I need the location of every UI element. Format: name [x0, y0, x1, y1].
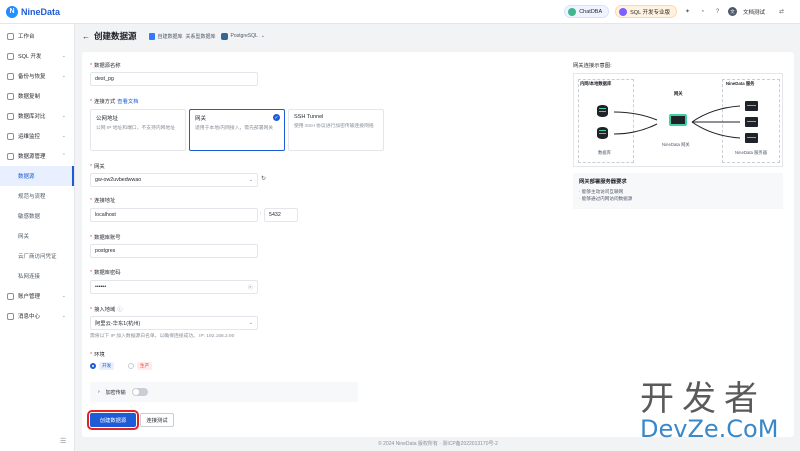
radio-checked-icon	[90, 363, 96, 369]
requirements-panel: 网关部署服务器要求 · 能够主动访问互联网 · 能够通过内网访问数据源	[573, 173, 783, 209]
database-icon	[148, 32, 155, 40]
chevron-down-icon: ⌄	[61, 73, 66, 79]
encryption-panel[interactable]: › 加密传输	[90, 382, 358, 402]
chevron-down-icon: ⌄	[61, 133, 66, 139]
addr-label: * 连接地址	[90, 198, 116, 204]
env-dev-radio[interactable]: 开发	[90, 362, 115, 370]
sidebar-item-backup[interactable]: 备份与恢复 ⌄	[0, 66, 74, 86]
chevron-down-icon: ⌄	[248, 320, 253, 326]
eye-off-icon: ⓔ	[247, 285, 253, 291]
sidebar-item-compare[interactable]: 数据库对比 ⌄	[0, 106, 74, 126]
sidebar-sub-datasource[interactable]: 数据源	[0, 166, 74, 186]
refresh-icon[interactable]: ↻	[261, 175, 266, 182]
diagram-title: 网关连接示意图:	[573, 63, 612, 69]
sidebar-item-datasource[interactable]: 数据源管理 ⌃	[0, 146, 74, 166]
watermark: 开发者 DevZe.CoM	[640, 379, 779, 443]
edition-icon	[619, 7, 628, 16]
language-icon[interactable]: ⇄	[777, 7, 786, 16]
postgresql-icon	[220, 32, 228, 40]
chevron-up-icon: ⌃	[61, 153, 66, 159]
create-datasource-button[interactable]: 创建数据源	[87, 410, 139, 430]
help-icon[interactable]: ?	[713, 7, 722, 16]
datasource-icon	[7, 152, 14, 160]
option-public[interactable]: 公网地址 公网 IP 地址和端口，不支持内网地址	[90, 109, 186, 151]
collapse-sidebar-icon[interactable]: ☰	[60, 437, 66, 445]
sidebar-sub-sensitive[interactable]: 敏感数据	[0, 206, 74, 226]
info-icon: ⓘ	[117, 307, 123, 313]
backup-icon	[7, 72, 14, 80]
conn-label: * 连接方式 查看文档	[90, 99, 139, 105]
gateway-icon	[669, 114, 687, 126]
back-arrow-icon[interactable]: ←	[82, 32, 90, 41]
account-icon	[7, 292, 14, 300]
bell-icon[interactable]: ◔	[698, 7, 707, 16]
compare-icon	[7, 112, 14, 120]
brand-logo[interactable]: N NineData	[6, 5, 60, 18]
server-icon	[745, 101, 758, 111]
name-label: * 数据源名称	[90, 63, 121, 69]
chevron-down-icon: ⌄	[248, 177, 253, 183]
sidebar-item-monitor[interactable]: 运维监控 ⌄	[0, 126, 74, 146]
region-select[interactable]: 阿里云-华东1(杭州) ⌄	[90, 316, 258, 330]
sidebar-item-workbench[interactable]: 工作台	[0, 26, 74, 46]
region-hint: 需将以下 IP 加入数据源白名单，以确保连接成功。 IP: 192.168.2.…	[90, 334, 235, 339]
option-gateway[interactable]: 网关 适用于本地/内网接入，需先部署网关 ✓	[189, 109, 285, 151]
pwd-label: * 数据库密码	[90, 270, 121, 276]
encryption-toggle[interactable]	[131, 388, 148, 396]
database-icon	[597, 105, 608, 117]
sidebar-sub-gateway[interactable]: 网关	[0, 226, 74, 246]
gateway-label: * 网关	[90, 164, 105, 170]
fire-icon[interactable]: ✦	[683, 7, 692, 16]
chevron-right-icon: ›	[98, 389, 100, 395]
sidebar-sub-rules[interactable]: 规范与流程	[0, 186, 74, 206]
home-icon	[7, 32, 14, 40]
colon-separator: :	[260, 211, 262, 217]
chat-icon	[568, 7, 577, 16]
message-icon	[7, 312, 14, 320]
page-title: 创建数据源	[94, 31, 137, 41]
sql-icon	[7, 52, 14, 60]
page-header: ← 创建数据源 自建数据库 关系型数据库 PostgreSQL ⌄	[76, 24, 800, 48]
option-ssh[interactable]: SSH Tunnel 使用 SSH 协议进行加密传输连接网络	[288, 109, 384, 151]
server-icon	[745, 133, 758, 143]
top-bar: N NineData ChatDBA SQL 开发专业版 ✦ ◔ ? 文 文档测试…	[0, 0, 800, 24]
sidebar-sub-private-link[interactable]: 私网连接	[0, 266, 74, 286]
breadcrumb: 自建数据库 关系型数据库 PostgreSQL ⌄	[148, 32, 265, 40]
monitor-icon	[7, 132, 14, 140]
sidebar-item-replication[interactable]: 数据复制	[0, 86, 74, 106]
chevron-down-icon[interactable]: ⌄	[261, 33, 265, 39]
logo-icon: N	[6, 5, 18, 18]
chevron-down-icon: ⌄	[61, 53, 66, 59]
chevron-down-icon: ⌄	[61, 313, 66, 319]
docs-link[interactable]: 查看文档	[117, 99, 138, 105]
name-input[interactable]: dest_pg	[90, 72, 258, 86]
env-label: * 环境	[90, 352, 105, 358]
database-icon	[597, 127, 608, 139]
user-label: * 数据库账号	[90, 235, 121, 241]
sidebar-item-account[interactable]: 账户管理 ⌄	[0, 286, 74, 306]
sidebar-sub-credentials[interactable]: 云厂商访问凭证	[0, 246, 74, 266]
user-name[interactable]: 文档测试	[743, 8, 765, 16]
sql-edition-button[interactable]: SQL 开发专业版	[615, 5, 677, 18]
chevron-down-icon: ⌄	[61, 293, 66, 299]
sidebar: 工作台 SQL 开发 ⌄ 备份与恢复 ⌄ 数据复制 数据库对比 ⌄ 运维监控 ⌄ 数据源…	[0, 24, 75, 451]
user-input[interactable]: postgres	[90, 244, 258, 258]
sidebar-item-sql[interactable]: SQL 开发 ⌄	[0, 46, 74, 66]
region-label: * 接入地域 ⓘ	[90, 307, 123, 313]
port-input[interactable]: 5432	[264, 208, 298, 222]
chatdba-button[interactable]: ChatDBA	[564, 5, 610, 18]
sidebar-item-messages[interactable]: 消息中心 ⌄	[0, 306, 74, 326]
password-input[interactable]: •••••• ⓔ	[90, 280, 258, 294]
check-icon: ✓	[273, 114, 280, 121]
env-prod-radio[interactable]: 生产	[128, 362, 153, 370]
test-connection-button[interactable]: 连接测试	[140, 413, 174, 427]
replication-icon	[7, 92, 14, 100]
host-input[interactable]: localhost	[90, 208, 258, 222]
chevron-down-icon: ⌄	[61, 113, 66, 119]
radio-unchecked-icon	[128, 363, 134, 369]
gateway-select[interactable]: gw-ow2uvbedwwao ⌄	[90, 173, 258, 187]
server-icon	[745, 117, 758, 127]
avatar[interactable]: 文	[727, 7, 737, 16]
